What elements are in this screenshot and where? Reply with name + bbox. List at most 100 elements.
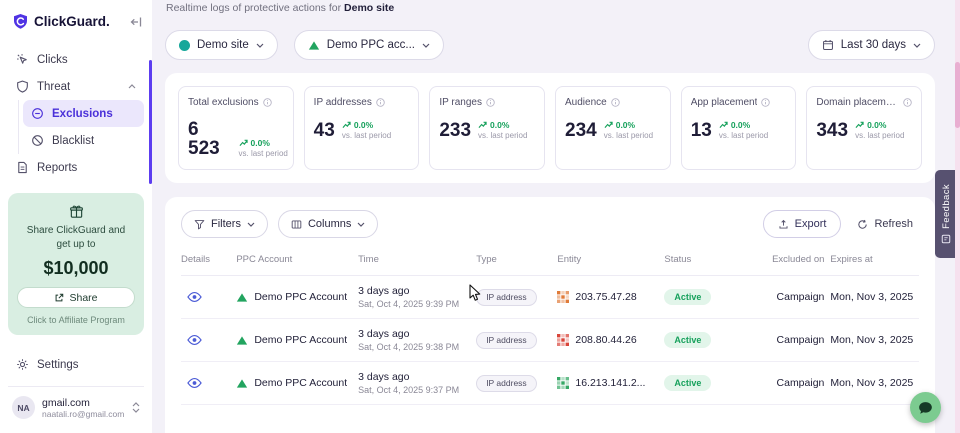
table-toolbar: Filters Columns Export Refresh <box>181 210 919 238</box>
account-name: Demo PPC Account <box>254 291 347 303</box>
type-badge: IP address <box>476 332 536 349</box>
sidebar-item-threat[interactable]: Threat <box>8 73 144 100</box>
refresh-button[interactable]: Refresh <box>851 210 919 238</box>
type-badge: IP address <box>476 375 536 392</box>
feedback-label: Feedback <box>941 184 952 229</box>
user-email: naatali.ro@gmail.com <box>42 409 125 419</box>
stat-value: 234 <box>565 121 597 140</box>
share-button[interactable]: Share <box>17 287 135 308</box>
col-ppc-account[interactable]: PPC Account <box>236 248 358 276</box>
clickguard-logo-icon <box>12 13 29 30</box>
scrollbar-thumb[interactable] <box>955 62 960 128</box>
stat-card-app-placement: App placement 13 0.0%vs. last period <box>681 86 797 170</box>
sidebar-bottom: Settings NA gmail.com naatali.ro@gmail.c… <box>0 351 152 433</box>
chevron-down-icon <box>422 43 430 48</box>
chat-launcher-button[interactable] <box>910 392 941 423</box>
stat-card-audience: Audience 234 0.0%vs. last period <box>555 86 671 170</box>
stat-value: 6 523 <box>188 120 232 158</box>
sidebar-item-settings[interactable]: Settings <box>8 351 144 378</box>
info-icon[interactable] <box>486 98 495 107</box>
info-icon[interactable] <box>903 98 912 107</box>
external-link-icon <box>54 293 64 303</box>
filters-button[interactable]: Filters <box>181 210 268 238</box>
col-expires-at[interactable]: Expires at <box>830 248 919 276</box>
columns-button[interactable]: Columns <box>278 210 378 238</box>
trend-up-icon <box>478 121 487 129</box>
info-icon[interactable] <box>376 98 385 107</box>
export-icon <box>778 219 789 230</box>
col-time[interactable]: Time <box>358 248 476 276</box>
status-badge: Active <box>664 375 711 391</box>
col-status[interactable]: Status <box>664 248 767 276</box>
chevron-down-icon <box>357 222 365 227</box>
info-icon[interactable] <box>611 98 620 107</box>
sidebar-item-clicks[interactable]: Clicks <box>8 46 144 73</box>
view-details-eye-icon[interactable] <box>181 335 232 345</box>
excluded-on-value: Campaign <box>768 276 831 319</box>
chat-bubble-icon <box>918 401 933 415</box>
account-name: Demo PPC Account <box>254 377 347 389</box>
table-row: Demo PPC Account 3 days ago Sat, Oct 4, 2… <box>181 276 919 319</box>
time-relative: 3 days ago <box>358 328 472 340</box>
ppc-account-icon <box>308 40 320 51</box>
excluded-on-value: Campaign <box>768 319 831 362</box>
stat-value: 43 <box>314 121 335 140</box>
time-relative: 3 days ago <box>358 285 472 297</box>
sidebar-scrollbar[interactable] <box>149 60 152 184</box>
info-icon[interactable] <box>761 98 770 107</box>
sidebar: ClickGuard. Clicks Threat <box>0 0 152 433</box>
sidebar-collapse-icon[interactable] <box>130 17 142 27</box>
chevron-down-icon <box>247 222 255 227</box>
sidebar-item-blacklist[interactable]: Blacklist <box>23 127 144 154</box>
stat-label: Total exclusions <box>188 97 259 108</box>
calendar-icon <box>822 39 834 51</box>
chevron-down-icon <box>913 43 921 48</box>
stat-label: App placement <box>691 97 758 108</box>
status-badge: Active <box>664 332 711 348</box>
date-range-picker[interactable]: Last 30 days <box>808 30 935 60</box>
col-type[interactable]: Type <box>476 248 557 276</box>
brand-name: ClickGuard. <box>34 14 125 29</box>
time-absolute: Sat, Oct 4, 2025 9:39 PM <box>358 299 472 309</box>
stat-label: Audience <box>565 97 607 108</box>
expires-at-value: Mon, Nov 3, 2025 <box>830 319 919 362</box>
select-chevrons-icon <box>132 402 140 413</box>
export-button[interactable]: Export <box>763 210 842 238</box>
app-root: ClickGuard. Clicks Threat <box>0 0 960 433</box>
sidebar-item-exclusions[interactable]: Exclusions <box>23 100 144 127</box>
columns-icon <box>291 219 302 230</box>
refresh-icon <box>857 219 868 230</box>
page-scrollbar[interactable] <box>955 0 960 433</box>
trend-up-icon <box>719 121 728 129</box>
account-filter-chip[interactable]: Demo PPC acc... <box>294 30 444 60</box>
table-header-row: Details PPC Account Time Type Entity Sta… <box>181 248 919 276</box>
col-details[interactable]: Details <box>181 248 236 276</box>
filter-row: Demo site Demo PPC acc... Last 30 <box>165 30 935 60</box>
entity-flag-icon <box>557 377 569 389</box>
stat-card-domain-placement: Domain placement 343 0.0%vs. last period <box>806 86 922 170</box>
nav-label-exclusions: Exclusions <box>52 108 113 120</box>
clicks-icon <box>16 53 29 66</box>
trend-up-icon <box>855 121 864 129</box>
expires-at-value: Mon, Nov 3, 2025 <box>830 276 919 319</box>
feedback-form-icon <box>941 234 951 244</box>
site-filter-chip[interactable]: Demo site <box>165 30 278 60</box>
user-account[interactable]: NA gmail.com naatali.ro@gmail.com <box>8 386 144 427</box>
view-details-eye-icon[interactable] <box>181 292 232 302</box>
stat-value: 233 <box>439 121 471 140</box>
funnel-icon <box>194 219 205 230</box>
promo-amount: $10,000 <box>17 258 135 279</box>
sidebar-item-reports[interactable]: Reports <box>8 154 144 181</box>
info-icon[interactable] <box>263 98 272 107</box>
logo-row: ClickGuard. <box>0 0 152 42</box>
col-excluded-on[interactable]: Excluded on <box>768 248 831 276</box>
ppc-account-icon <box>236 292 248 303</box>
entity-flag-icon <box>557 291 569 303</box>
stat-card-ip-ranges: IP ranges 233 0.0%vs. last period <box>429 86 545 170</box>
expires-at-value: Mon, Nov 3, 2025 <box>830 362 919 405</box>
feedback-tab[interactable]: Feedback <box>935 170 957 258</box>
promo-caption[interactable]: Click to Affiliate Program <box>17 315 135 325</box>
view-details-eye-icon[interactable] <box>181 378 232 388</box>
table-row: Demo PPC Account 3 days agoSat, Oct 4, 2… <box>181 362 919 405</box>
col-entity[interactable]: Entity <box>557 248 664 276</box>
